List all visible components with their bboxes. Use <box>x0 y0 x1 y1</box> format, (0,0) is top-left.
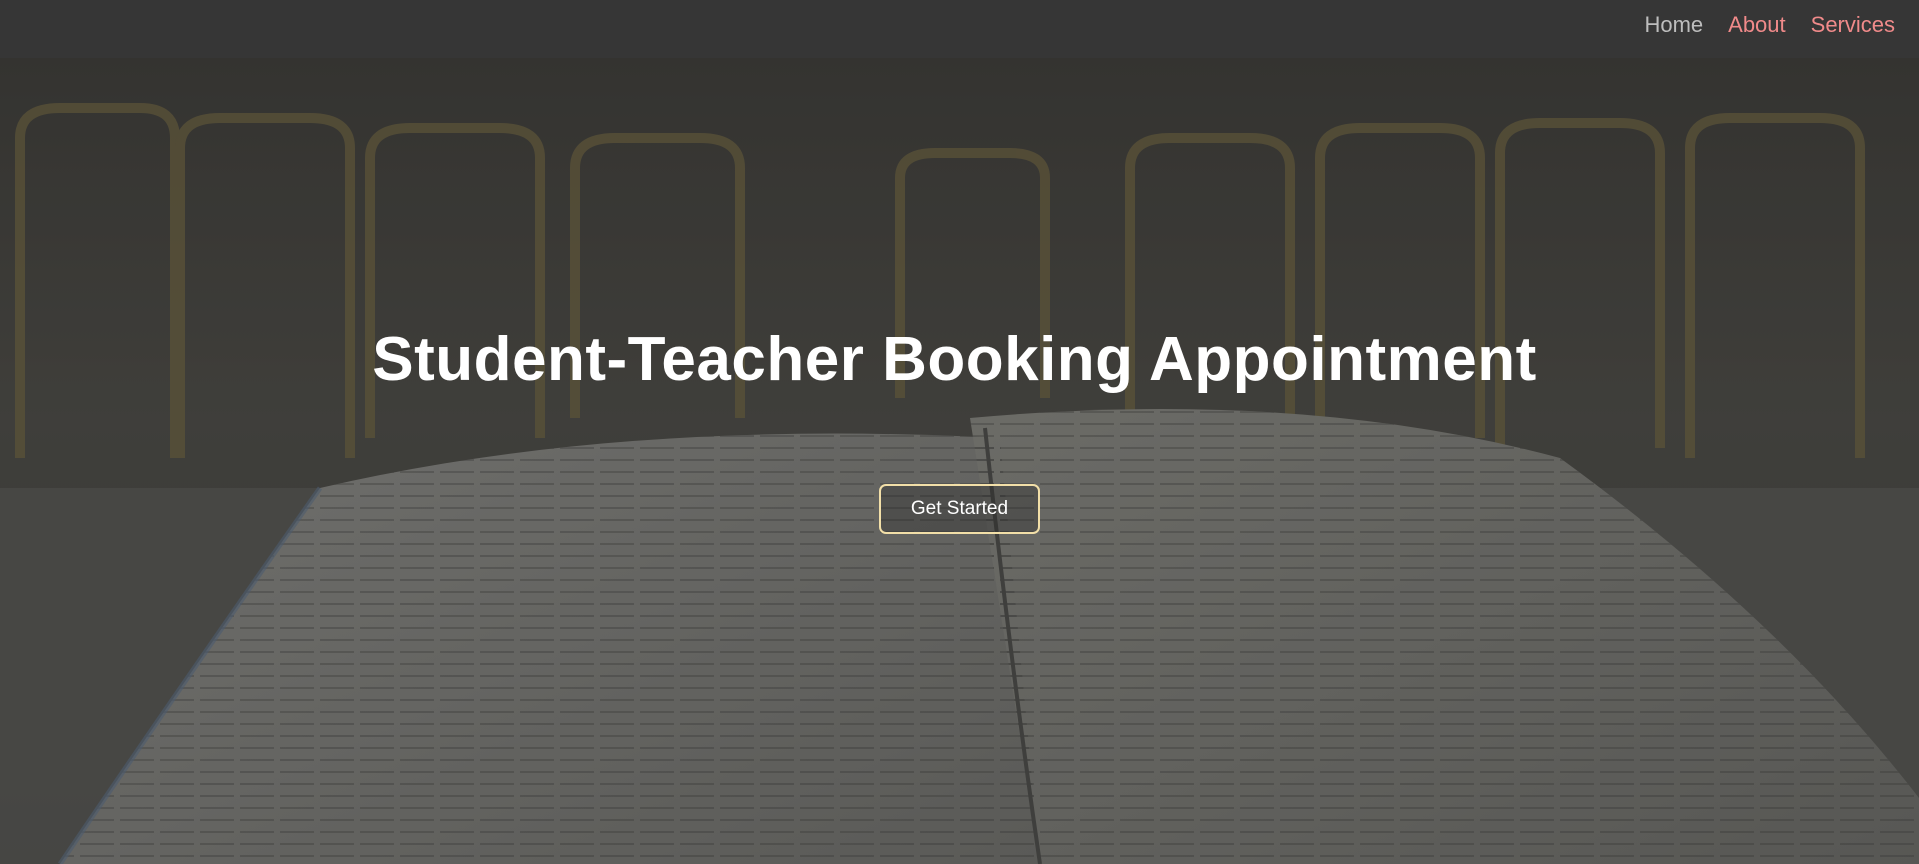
nav-link-about[interactable]: About <box>1728 12 1786 38</box>
nav-link-services[interactable]: Services <box>1811 12 1895 38</box>
get-started-button[interactable]: Get Started <box>879 484 1040 534</box>
nav-link-home[interactable]: Home <box>1644 12 1703 38</box>
hero-title: Student-Teacher Booking Appointment <box>372 325 1537 394</box>
nav-links: Home About Services <box>1644 12 1895 38</box>
hero-background-image <box>0 58 1919 864</box>
navbar: Home About Services <box>0 0 1919 58</box>
hero-section: Student-Teacher Booking Appointment Get … <box>0 58 1919 864</box>
